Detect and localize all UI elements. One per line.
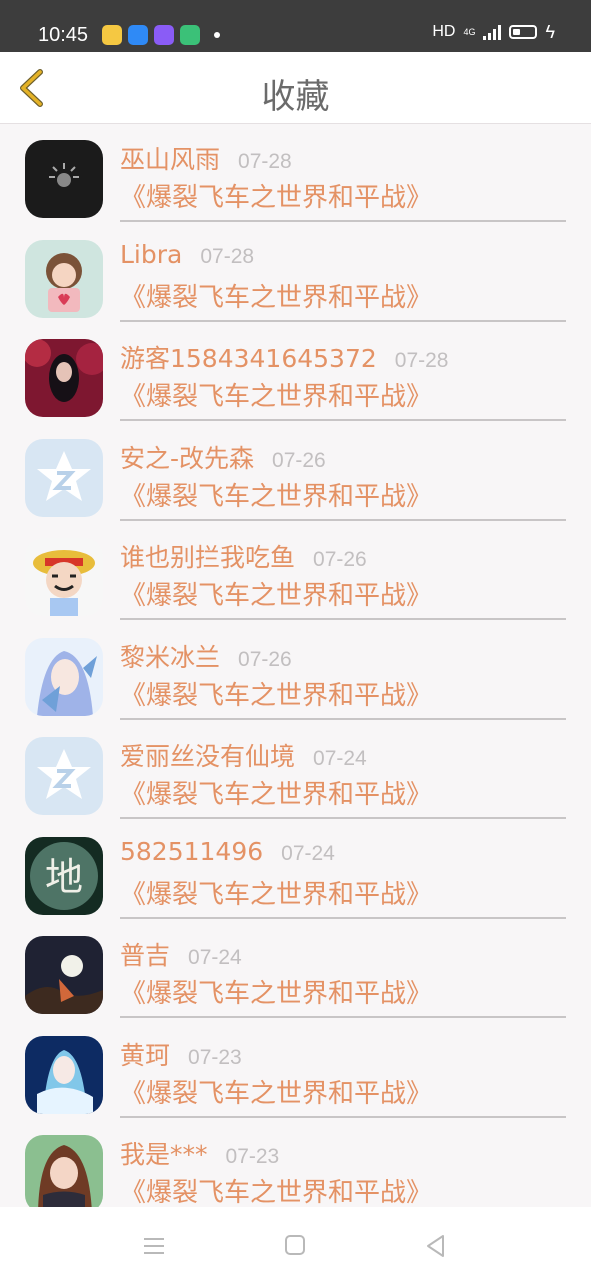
favorite-date: 07-26 (238, 647, 292, 671)
user-avatar[interactable] (25, 339, 103, 417)
favorite-content: 我是*** 07-23 《爆裂飞车之世界和平战》 (120, 1135, 566, 1207)
user-name: 安之-改先森 (120, 443, 255, 473)
favorite-content: 黎米冰兰 07-26 《爆裂飞车之世界和平战》 (120, 638, 566, 720)
user-avatar[interactable]: 地 (25, 836, 103, 915)
charging-icon: ϟ (545, 22, 555, 42)
message-notification-icon (180, 25, 200, 45)
user-avatar[interactable] (25, 637, 103, 716)
user-name: 巫山风雨 (120, 145, 221, 174)
status-system-icons: HD 4G ϟ (432, 23, 555, 41)
favorite-title[interactable]: 《爆裂飞车之世界和平战》 (120, 774, 566, 811)
list-item[interactable]: 地 582511496 07-24 《爆裂飞车之世界和平战》 (0, 822, 591, 922)
list-item[interactable]: 巫山风雨 07-28 《爆裂飞车之世界和平战》 (0, 125, 591, 225)
avatar-character-text: 地 (45, 855, 83, 899)
favorite-date: 07-23 (225, 1145, 280, 1168)
status-bar: 10:45 HD 4G ϟ (0, 0, 591, 52)
favorite-content: 游客1584341645372 07-28 《爆裂飞车之世界和平战》 (120, 339, 566, 421)
status-time: 10:45 (38, 24, 89, 46)
favorite-title[interactable]: 《爆裂飞车之世界和平战》 (120, 1073, 566, 1110)
favorite-date: 07-24 (281, 841, 335, 865)
favorite-content: 爱丽丝没有仙境 07-24 《爆裂飞车之世界和平战》 (120, 737, 566, 819)
back-triangle-icon[interactable] (418, 1231, 452, 1261)
list-item[interactable]: 安之-改先森 07-26 《爆裂飞车之世界和平战》 (0, 424, 591, 524)
user-name: 582511496 (120, 836, 264, 866)
favorite-content: 582511496 07-24 《爆裂飞车之世界和平战》 (120, 837, 566, 919)
favorite-title[interactable]: 《爆裂飞车之世界和平战》 (120, 874, 566, 911)
qq-star-icon[interactable] (25, 737, 103, 815)
user-name: 谁也别拦我吃鱼 (120, 543, 296, 572)
user-name: 游客1584341645372 (120, 344, 377, 373)
list-item[interactable]: 谁也别拦我吃鱼 07-26 《爆裂飞车之世界和平战》 (0, 523, 591, 623)
network-type: 4G (463, 26, 476, 37)
gallery-notification-icon (154, 25, 174, 45)
hd-indicator: HD (432, 23, 456, 40)
favorite-date: 07-24 (188, 946, 242, 969)
favorite-date: 07-28 (200, 244, 255, 268)
system-navigation-bar (0, 1207, 591, 1280)
list-item[interactable]: 普吉 07-24 《爆裂飞车之世界和平战》 (0, 921, 591, 1021)
list-item[interactable]: 我是*** 07-23 《爆裂飞车之世界和平战》 (0, 1120, 591, 1207)
user-name: 黄珂 (120, 1040, 171, 1070)
favorite-content: 巫山风雨 07-28 《爆裂飞车之世界和平战》 (120, 140, 566, 222)
user-name: 我是*** (120, 1140, 208, 1169)
favorite-title[interactable]: 《爆裂飞车之世界和平战》 (120, 277, 566, 314)
favorite-title[interactable]: 《爆裂飞车之世界和平战》 (120, 575, 566, 612)
list-item[interactable]: 爱丽丝没有仙境 07-24 《爆裂飞车之世界和平战》 (0, 722, 591, 822)
battery-icon (509, 25, 538, 39)
favorites-list: 巫山风雨 07-28 《爆裂飞车之世界和平战》 Libra 07-28 《爆裂飞… (0, 125, 591, 1207)
menu-icon[interactable] (137, 1231, 171, 1261)
user-name: 黎米冰兰 (120, 642, 221, 672)
favorite-title[interactable]: 《爆裂飞车之世界和平战》 (120, 177, 566, 214)
home-square-icon[interactable] (278, 1231, 312, 1261)
list-item[interactable]: 黎米冰兰 07-26 《爆裂飞车之世界和平战》 (0, 623, 591, 723)
list-item[interactable]: 黄珂 07-23 《爆裂飞车之世界和平战》 (0, 1021, 591, 1121)
favorite-content: 普吉 07-24 《爆裂飞车之世界和平战》 (120, 936, 566, 1018)
favorite-content: 谁也别拦我吃鱼 07-26 《爆裂飞车之世界和平战》 (120, 538, 566, 620)
favorite-content: Libra 07-28 《爆裂飞车之世界和平战》 (120, 240, 566, 322)
user-avatar[interactable] (25, 239, 103, 318)
favorite-title[interactable]: 《爆裂飞车之世界和平战》 (120, 973, 566, 1010)
favorite-date: 07-28 (394, 349, 449, 372)
favorite-date: 07-23 (188, 1045, 242, 1069)
favorite-date: 07-24 (313, 747, 367, 770)
user-avatar[interactable] (25, 140, 103, 218)
favorite-date: 07-26 (313, 548, 367, 571)
favorite-date: 07-28 (238, 150, 292, 173)
list-item[interactable]: Libra 07-28 《爆裂飞车之世界和平战》 (0, 225, 591, 325)
favorite-title[interactable]: 《爆裂飞车之世界和平战》 (120, 476, 566, 513)
page-header: 收藏 (0, 52, 591, 124)
user-name: 爱丽丝没有仙境 (120, 742, 296, 771)
user-name: Libra (120, 239, 183, 269)
favorite-date: 07-26 (272, 448, 326, 472)
browser-notification-icon (128, 25, 148, 45)
user-avatar[interactable] (25, 1035, 103, 1114)
notification-dot-icon (214, 32, 220, 38)
status-app-icons (102, 25, 220, 45)
list-item[interactable]: 游客1584341645372 07-28 《爆裂飞车之世界和平战》 (0, 324, 591, 424)
signal-icon (483, 24, 502, 40)
page-title: 收藏 (261, 77, 330, 117)
user-avatar[interactable] (25, 1135, 103, 1207)
user-name: 普吉 (120, 941, 171, 970)
favorite-title[interactable]: 《爆裂飞车之世界和平战》 (120, 675, 566, 712)
user-avatar[interactable] (25, 538, 103, 616)
favorite-title[interactable]: 《爆裂飞车之世界和平战》 (120, 1172, 566, 1207)
favorite-content: 黄珂 07-23 《爆裂飞车之世界和平战》 (120, 1036, 566, 1118)
favorite-content: 安之-改先森 07-26 《爆裂飞车之世界和平战》 (120, 439, 566, 521)
qq-star-icon[interactable] (25, 438, 103, 517)
app-notification-icon (102, 25, 122, 45)
user-avatar[interactable] (25, 936, 103, 1014)
favorite-title[interactable]: 《爆裂飞车之世界和平战》 (120, 376, 566, 413)
